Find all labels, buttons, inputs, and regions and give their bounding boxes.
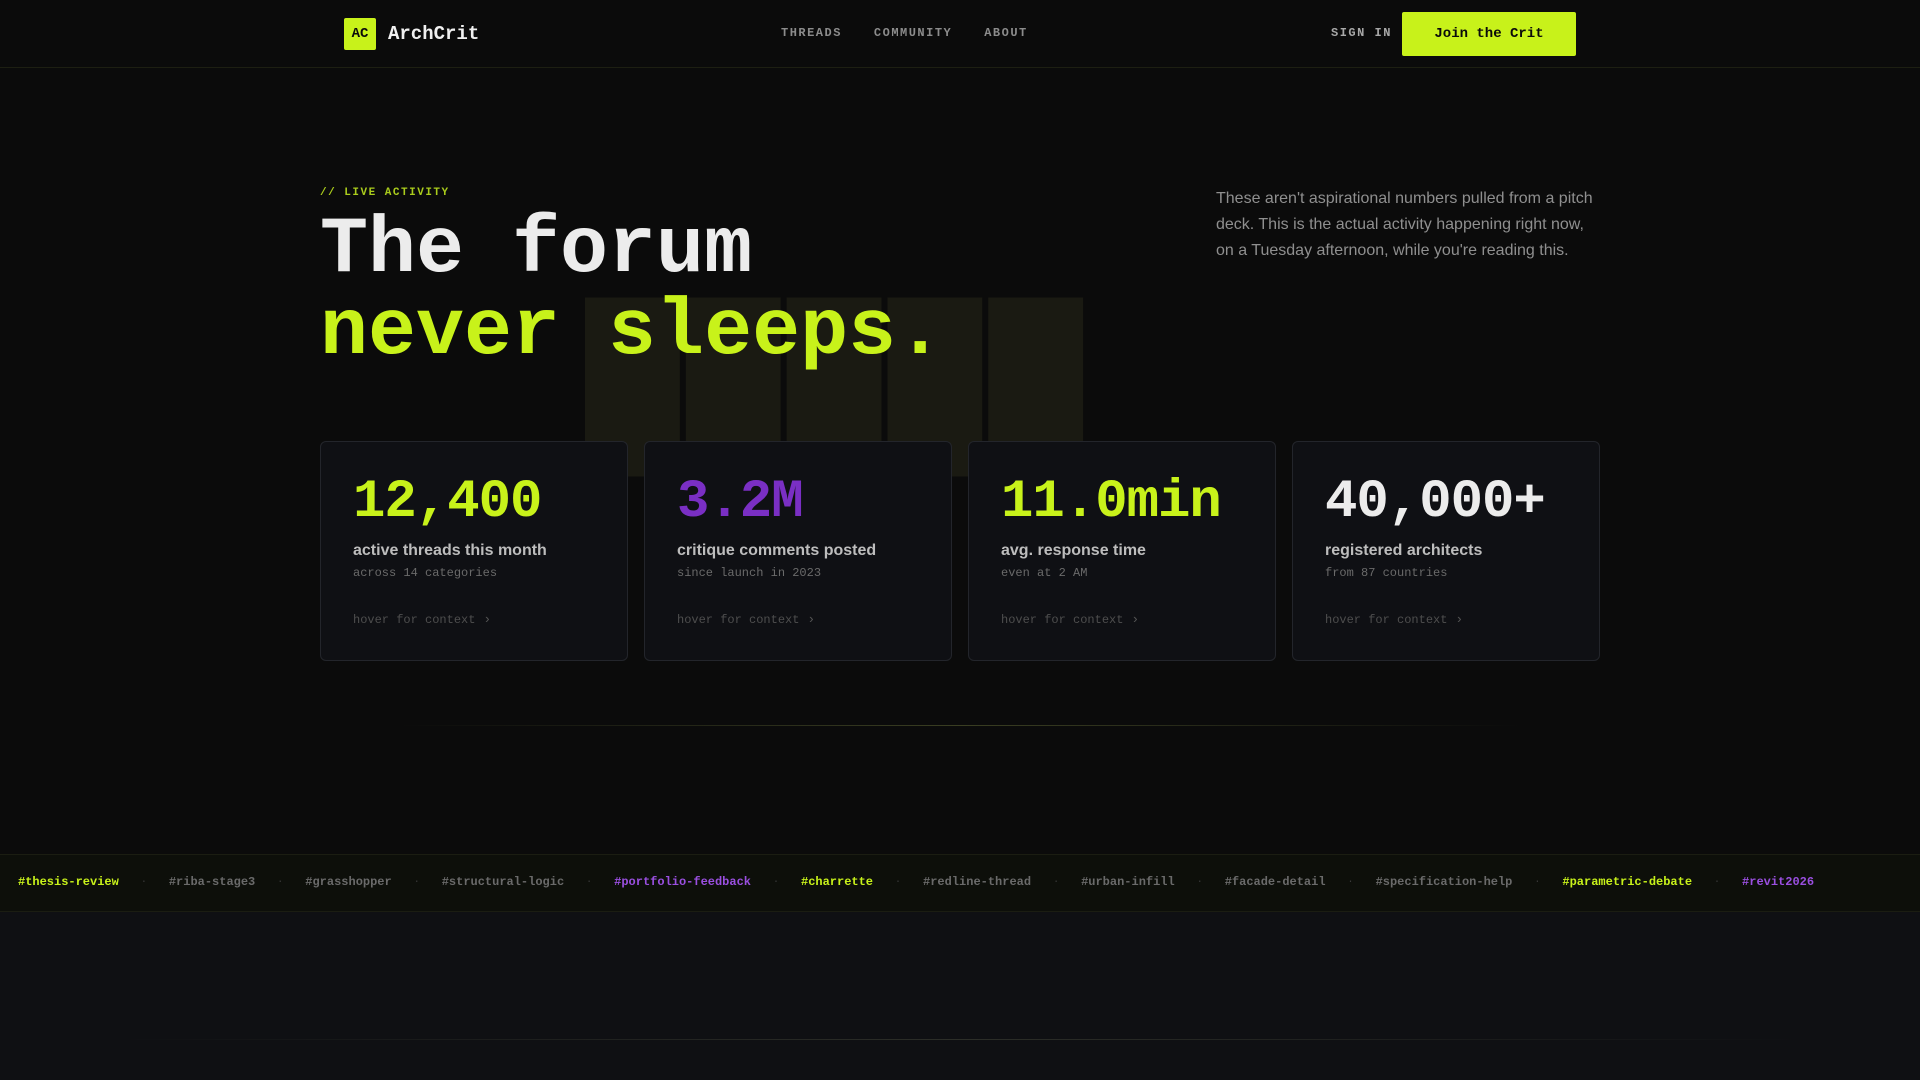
hover-for-context-hint: hover for context ›	[1325, 612, 1463, 627]
tag-chip[interactable]: #riba-stage3	[169, 875, 255, 889]
stat-label: avg. response time	[1001, 542, 1146, 559]
stat-label: registered architects	[1325, 542, 1483, 559]
hero-headline: The forum never sleeps.	[320, 210, 944, 374]
tag-separator: ·	[772, 876, 779, 888]
tag-chip[interactable]: #charrette	[801, 875, 873, 889]
ac-logo-icon: AC	[344, 18, 376, 50]
section-divider	[400, 725, 1520, 726]
stat-label: critique comments posted	[677, 542, 877, 559]
stat-value: 12,400	[353, 472, 542, 533]
hero-description: These aren't aspirational numbers pulled…	[1216, 190, 1593, 259]
sign-in-link[interactable]: SIGN IN	[1331, 26, 1392, 40]
nav-link-community[interactable]: COMMUNITY	[874, 26, 952, 40]
tag-separator: ·	[586, 876, 593, 888]
logo[interactable]: AC ArchCrit	[344, 18, 479, 50]
hint-text: hover for context	[1001, 612, 1124, 627]
join-the-crit-button[interactable]: Join the Crit	[1402, 12, 1576, 56]
tag-chip[interactable]: #specification-help	[1376, 875, 1513, 889]
tag-separator: ·	[1347, 876, 1354, 888]
tag-separator: ·	[277, 876, 284, 888]
stat-value: 3.2M	[677, 472, 804, 533]
stat-subtext: since launch in 2023	[677, 566, 822, 580]
hover-for-context-hint: hover for context ›	[1001, 612, 1139, 627]
nav-link-about[interactable]: ABOUT	[984, 26, 1028, 40]
tag-chip[interactable]: #parametric-debate	[1562, 875, 1692, 889]
tag-separator: ·	[1714, 876, 1721, 888]
stat-card-architects[interactable]: 40,000+ registered architects from 87 co…	[1292, 441, 1600, 661]
nav-links: THREADS COMMUNITY ABOUT	[781, 26, 1028, 40]
hover-for-context-hint: hover for context ›	[677, 612, 815, 627]
lower-section	[0, 912, 1920, 1080]
headline-line-1: The forum	[320, 205, 753, 296]
stat-label: active threads this month	[353, 542, 547, 559]
headline-line-2: never sleeps.	[320, 287, 945, 378]
chevron-right-icon: ›	[807, 612, 816, 627]
stat-value: 11.0min	[1001, 472, 1222, 533]
lower-divider	[120, 1039, 1800, 1040]
tag-separator: ·	[1196, 876, 1203, 888]
tag-chip[interactable]: #thesis-review	[18, 875, 119, 889]
tag-separator: ·	[1534, 876, 1541, 888]
tag-separator: ·	[140, 876, 147, 888]
tag-row: #thesis-review · #riba-stage3 · #grasshopper…	[18, 875, 1814, 889]
stat-card-threads[interactable]: 12,400 active threads this month across …	[320, 441, 628, 661]
tag-separator: ·	[1053, 876, 1060, 888]
stat-subtext: across 14 categories	[353, 566, 498, 580]
tag-chip[interactable]: #urban-infill	[1081, 875, 1175, 889]
tag-chip[interactable]: #redline-thread	[923, 875, 1031, 889]
hover-for-context-hint: hover for context ›	[353, 612, 491, 627]
stat-card-comments[interactable]: 3.2M critique comments posted since laun…	[644, 441, 952, 661]
top-nav: AC ArchCrit THREADS COMMUNITY ABOUT SIGN…	[0, 0, 1920, 68]
page: AC ArchCrit THREADS COMMUNITY ABOUT SIGN…	[0, 0, 1920, 1080]
tag-chip[interactable]: #revit2026	[1742, 875, 1814, 889]
chevron-right-icon: ›	[1455, 612, 1464, 627]
hint-text: hover for context	[353, 612, 476, 627]
stat-value: 40,000+	[1325, 472, 1546, 533]
tag-ticker: #thesis-review · #riba-stage3 · #grasshopper…	[0, 854, 1920, 912]
stat-subtext: from 87 countries	[1325, 566, 1448, 580]
stat-card-response-time[interactable]: 11.0min avg. response time even at 2 AM …	[968, 441, 1276, 661]
tag-chip[interactable]: #portfolio-feedback	[614, 875, 751, 889]
nav-link-threads[interactable]: THREADS	[781, 26, 842, 40]
tag-chip[interactable]: #grasshopper	[305, 875, 391, 889]
stat-subtext: even at 2 AM	[1001, 566, 1088, 580]
chevron-right-icon: ›	[483, 612, 492, 627]
stats-grid: 12,400 active threads this month across …	[320, 441, 1600, 661]
live-activity-eyebrow: // LIVE ACTIVITY	[320, 187, 450, 199]
brand-name: ArchCrit	[388, 23, 480, 45]
hint-text: hover for context	[677, 612, 800, 627]
chevron-right-icon: ›	[1131, 612, 1140, 627]
tag-separator: ·	[895, 876, 902, 888]
tag-chip[interactable]: #facade-detail	[1225, 875, 1326, 889]
hint-text: hover for context	[1325, 612, 1448, 627]
tag-separator: ·	[413, 876, 420, 888]
tag-chip[interactable]: #structural-logic	[442, 875, 564, 889]
